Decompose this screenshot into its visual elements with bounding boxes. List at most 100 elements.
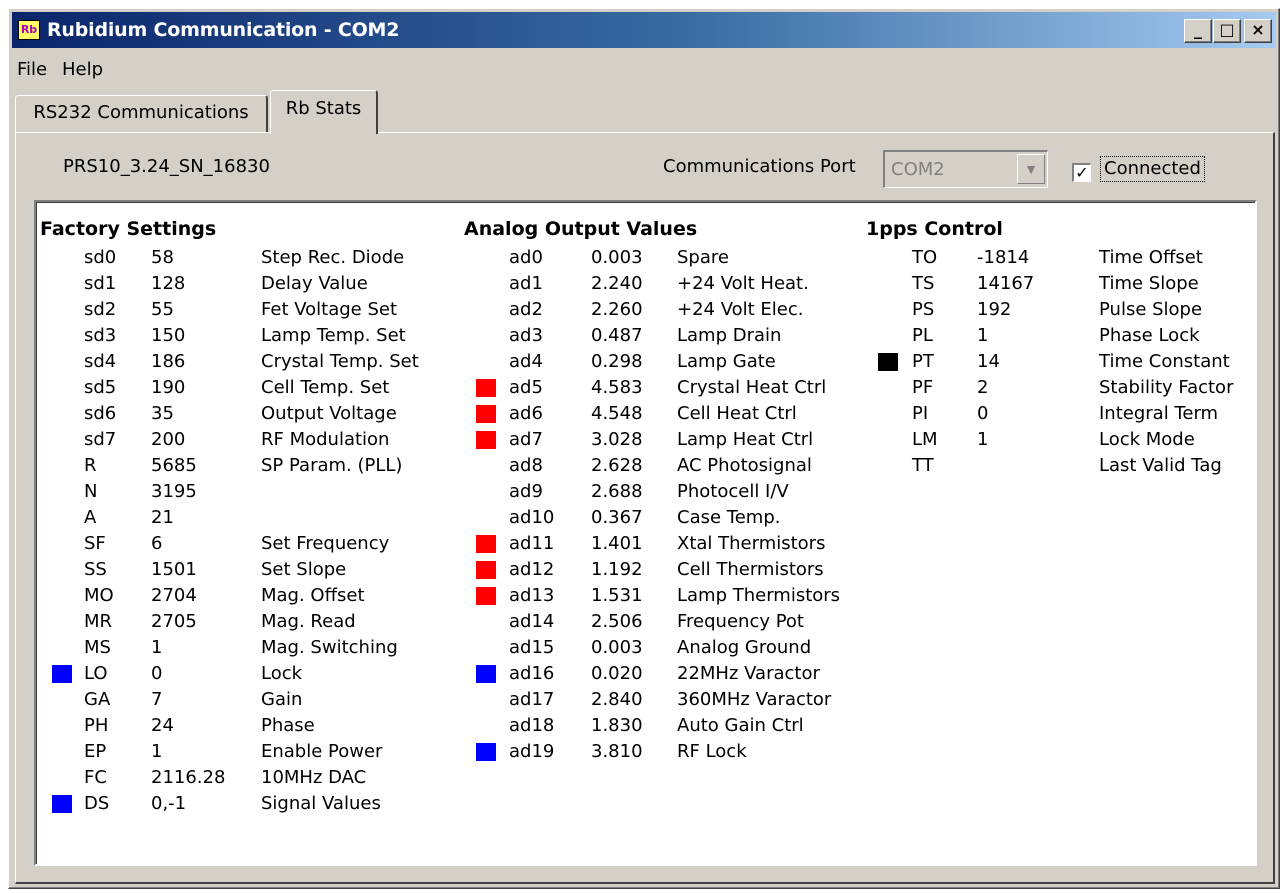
pps-control-key: TS	[912, 273, 935, 294]
factory-setting-key: DS	[84, 793, 110, 814]
pps-control-desc: Lock Mode	[1099, 429, 1195, 450]
factory-setting-value: 0,-1	[151, 793, 187, 814]
tab-rs232-communications[interactable]: RS232 Communications	[15, 95, 268, 132]
factory-setting-desc: Lamp Temp. Set	[261, 325, 406, 346]
status-indicator-red	[476, 379, 496, 397]
analog-output-desc: Xtal Thermistors	[677, 533, 826, 554]
factory-setting-desc: Signal Values	[261, 793, 381, 814]
analog-output-key: ad18	[509, 715, 555, 736]
analog-output-value: 1.531	[591, 585, 643, 606]
analog-output-value: 2.240	[591, 273, 643, 294]
rb-stats-panel: Factory Settings sd0 58 Step Rec. Diode sd1…	[34, 200, 1257, 866]
pps-control-desc: Phase Lock	[1099, 325, 1200, 346]
maximize-button[interactable]: □	[1213, 19, 1241, 43]
analog-output-desc: RF Lock	[677, 741, 747, 762]
factory-setting-desc: Set Frequency	[261, 533, 390, 554]
factory-setting-key: FC	[84, 767, 107, 788]
pps-control-desc: Time Constant	[1099, 351, 1230, 372]
pps-control-key: LM	[912, 429, 938, 450]
factory-setting-desc: Gain	[261, 689, 303, 710]
factory-setting-key: SS	[84, 559, 107, 580]
analog-output-value: 2.840	[591, 689, 643, 710]
connected-checkbox[interactable]: ✓	[1072, 163, 1091, 182]
analog-output-desc: Cell Thermistors	[677, 559, 824, 580]
factory-setting-value: 2116.28	[151, 767, 226, 788]
menu-help[interactable]: Help	[62, 56, 103, 84]
factory-setting-desc: RF Modulation	[261, 429, 390, 450]
analog-output-desc: Lamp Heat Ctrl	[677, 429, 814, 450]
analog-output-desc: +24 Volt Elec.	[677, 299, 804, 320]
pps-control-desc: Integral Term	[1099, 403, 1219, 424]
analog-output-value: 1.192	[591, 559, 643, 580]
factory-setting-desc: 10MHz DAC	[261, 767, 367, 788]
menu-file[interactable]: File	[17, 56, 47, 84]
title-bar[interactable]: Rb Rubidium Communication - COM2 _ □ ×	[12, 12, 1276, 48]
factory-setting-desc: Lock	[261, 663, 303, 684]
analog-output-value: 0.487	[591, 325, 643, 346]
pps-control-desc: Time Offset	[1099, 247, 1203, 268]
factory-setting-value: 21	[151, 507, 174, 528]
status-indicator-red	[476, 535, 496, 553]
status-indicator-blue	[476, 665, 496, 683]
tab-panel-rb-stats: PRS10_3.24_SN_16830 Communications Port …	[15, 132, 1275, 884]
minimize-button[interactable]: _	[1184, 19, 1212, 43]
factory-setting-value: 7	[151, 689, 163, 710]
analog-output-desc: Spare	[677, 247, 729, 268]
factory-setting-desc: Phase	[261, 715, 315, 736]
factory-settings-heading: Factory Settings	[40, 218, 217, 240]
pps-control-value: 2	[977, 377, 989, 398]
pps-control-value: 0	[977, 403, 989, 424]
analog-output-key: ad8	[509, 455, 543, 476]
analog-output-key: ad2	[509, 299, 543, 320]
analog-output-desc: 360MHz Varactor	[677, 689, 832, 710]
factory-setting-desc: Mag. Offset	[261, 585, 365, 606]
analog-output-key: ad4	[509, 351, 543, 372]
analog-output-value: 0.003	[591, 247, 643, 268]
analog-output-key: ad10	[509, 507, 555, 528]
analog-output-desc: Frequency Pot	[677, 611, 804, 632]
factory-setting-key: EP	[84, 741, 107, 762]
analog-output-desc: Auto Gain Ctrl	[677, 715, 804, 736]
analog-output-value: 4.583	[591, 377, 643, 398]
analog-output-key: ad13	[509, 585, 555, 606]
analog-output-key: ad0	[509, 247, 543, 268]
analog-output-desc: Cell Heat Ctrl	[677, 403, 797, 424]
factory-setting-key: sd4	[84, 351, 117, 372]
analog-output-key: ad3	[509, 325, 543, 346]
close-button[interactable]: ×	[1244, 19, 1272, 43]
factory-setting-value: 186	[151, 351, 186, 372]
pps-control-key: PS	[912, 299, 935, 320]
factory-setting-desc: Fet Voltage Set	[261, 299, 398, 320]
rb-app-icon: Rb	[18, 20, 40, 40]
factory-setting-desc: Crystal Temp. Set	[261, 351, 419, 372]
factory-setting-key: sd7	[84, 429, 117, 450]
analog-output-value: 2.688	[591, 481, 643, 502]
communications-port-select[interactable]: COM2 ▼	[883, 150, 1048, 188]
factory-setting-value: 1	[151, 637, 163, 658]
factory-setting-desc: Output Voltage	[261, 403, 397, 424]
analog-output-key: ad15	[509, 637, 555, 658]
factory-setting-key: MR	[84, 611, 113, 632]
pps-control-heading: 1pps Control	[866, 218, 1003, 240]
analog-output-desc: Case Temp.	[677, 507, 781, 528]
factory-setting-desc: Enable Power	[261, 741, 383, 762]
status-indicator-red	[476, 431, 496, 449]
factory-setting-value: 1	[151, 741, 163, 762]
factory-setting-key: R	[84, 455, 97, 476]
chevron-down-icon[interactable]: ▼	[1017, 154, 1045, 184]
analog-output-value: 0.003	[591, 637, 643, 658]
factory-setting-key: sd3	[84, 325, 117, 346]
analog-output-desc: 22MHz Varactor	[677, 663, 820, 684]
connected-label[interactable]: Connected	[1100, 156, 1205, 182]
pps-control-desc: Last Valid Tag	[1099, 455, 1222, 476]
factory-setting-desc: Cell Temp. Set	[261, 377, 390, 398]
factory-setting-value: 200	[151, 429, 186, 450]
factory-setting-key: sd0	[84, 247, 117, 268]
factory-setting-value: 0	[151, 663, 163, 684]
analog-output-value: 0.020	[591, 663, 643, 684]
factory-setting-value: 150	[151, 325, 186, 346]
factory-setting-key: MO	[84, 585, 114, 606]
factory-setting-value: 2705	[151, 611, 197, 632]
analog-output-heading: Analog Output Values	[464, 218, 698, 240]
tab-rb-stats[interactable]: Rb Stats	[270, 90, 378, 134]
